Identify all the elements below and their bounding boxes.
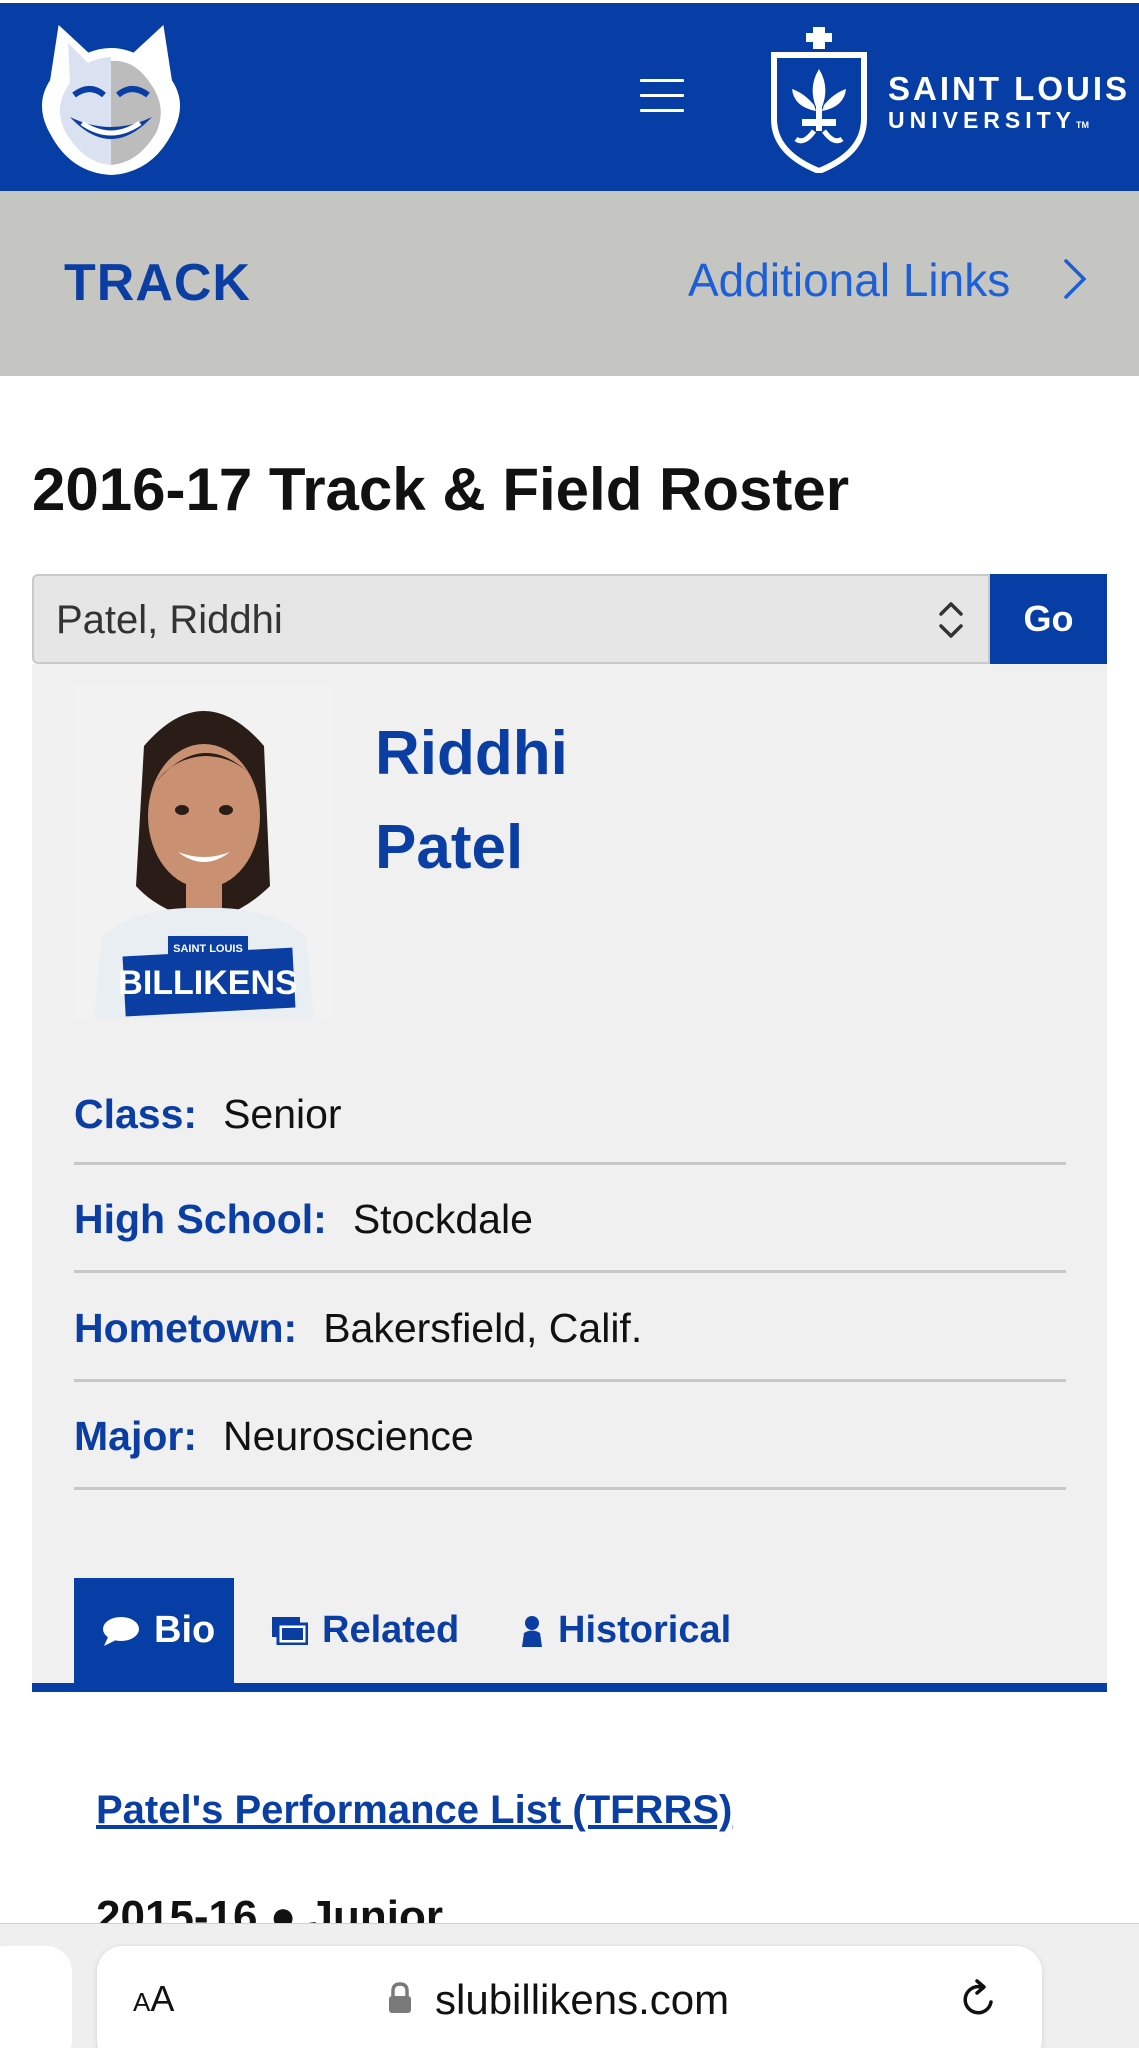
select-updown-chevron-icon [939, 602, 963, 638]
class-value: Senior [223, 1091, 342, 1137]
aa-small-letter: A [133, 1987, 151, 2017]
athlete-first-name: Riddhi [375, 719, 568, 788]
tab-historical-label: Historical [558, 1609, 732, 1651]
hamburger-menu-button[interactable] [640, 79, 684, 119]
address-bar[interactable]: AA slubillikens.com [97, 1946, 1042, 2048]
browser-toolbar: AA slubillikens.com [0, 1923, 1139, 2048]
hometown-value: Bakersfield, Calif. [323, 1305, 643, 1351]
info-row-class: Class: Senior [74, 1057, 1066, 1165]
athlete-last-name: Patel [375, 813, 524, 882]
university-name-line1: SAINT LOUIS [888, 70, 1131, 107]
trademark-mark: TM [1076, 120, 1090, 130]
shirt-big-text: BILLIKENS [118, 964, 297, 1002]
menu-bar-icon [640, 109, 684, 112]
page: SAINT LOUIS UNIVERSITYTM TRACK Additiona… [0, 0, 1139, 2048]
university-name-line2: UNIVERSITYTM [888, 107, 1130, 138]
major-value: Neuroscience [223, 1413, 474, 1459]
selected-player-value: Patel, Riddhi [56, 598, 283, 642]
images-icon [272, 1616, 308, 1645]
roster-player-select[interactable]: Patel, Riddhi [32, 574, 990, 664]
reload-icon[interactable] [957, 1978, 1001, 2022]
university-name-line2-text: UNIVERSITY [888, 107, 1077, 133]
fleur-de-lis-shield-icon [771, 27, 867, 173]
info-row-hometown: Hometown: Bakersfield, Calif. [74, 1274, 1066, 1382]
high-school-label: High School: [74, 1196, 327, 1242]
info-row-major: Major: Neuroscience [74, 1382, 1066, 1490]
menu-bar-icon [640, 94, 684, 97]
additional-links-toggle[interactable]: Additional Links [688, 253, 1010, 307]
university-wordmark: SAINT LOUIS UNIVERSITYTM [888, 71, 1130, 138]
athlete-headshot-photo: SAINT LOUIS BILLIKENS [74, 686, 334, 1018]
aa-big-letter: A [150, 1978, 175, 2019]
performance-list-link[interactable]: Patel's Performance List (TFRRS) [96, 1788, 732, 1833]
tab-related[interactable]: Related [272, 1578, 459, 1683]
high-school-value: Stockdale [352, 1196, 533, 1242]
sport-navigation-bar: TRACK Additional Links [0, 191, 1139, 376]
reader-aa-button[interactable]: AA [133, 1978, 174, 2020]
comment-icon [103, 1616, 139, 1646]
major-label: Major: [74, 1413, 197, 1459]
profile-tabs: Bio Related Historical [32, 1578, 1107, 1692]
tab-bio-label: Bio [154, 1609, 216, 1651]
lock-icon [389, 1982, 411, 2013]
info-row-high-school: High School: Stockdale [74, 1165, 1066, 1273]
page-title: 2016-17 Track & Field Roster [32, 456, 850, 523]
site-header: SAINT LOUIS UNIVERSITYTM [0, 0, 1139, 191]
billiken-mascot-logo[interactable] [30, 21, 192, 179]
previous-tab-preview[interactable] [0, 1946, 72, 2048]
saint-louis-university-logo[interactable]: SAINT LOUIS UNIVERSITYTM [770, 25, 1130, 175]
headshot-illustration: SAINT LOUIS BILLIKENS [74, 686, 334, 1018]
url-text: slubillikens.com [435, 1976, 730, 2023]
menu-bar-icon [640, 79, 684, 82]
class-label: Class: [74, 1091, 198, 1137]
tab-historical[interactable]: Historical [520, 1578, 731, 1683]
chevron-right-icon[interactable] [1062, 257, 1088, 301]
athlete-profile-panel: SAINT LOUIS BILLIKENS Riddhi Patel Class… [32, 664, 1107, 1692]
tab-underline [32, 1683, 1107, 1692]
person-icon [522, 1615, 542, 1647]
sport-title[interactable]: TRACK [64, 253, 251, 313]
shirt-small-text: SAINT LOUIS [173, 943, 243, 955]
tab-bio[interactable]: Bio [74, 1578, 234, 1683]
go-button[interactable]: Go [990, 574, 1107, 664]
tab-related-label: Related [322, 1609, 460, 1651]
hometown-label: Hometown: [74, 1305, 298, 1351]
